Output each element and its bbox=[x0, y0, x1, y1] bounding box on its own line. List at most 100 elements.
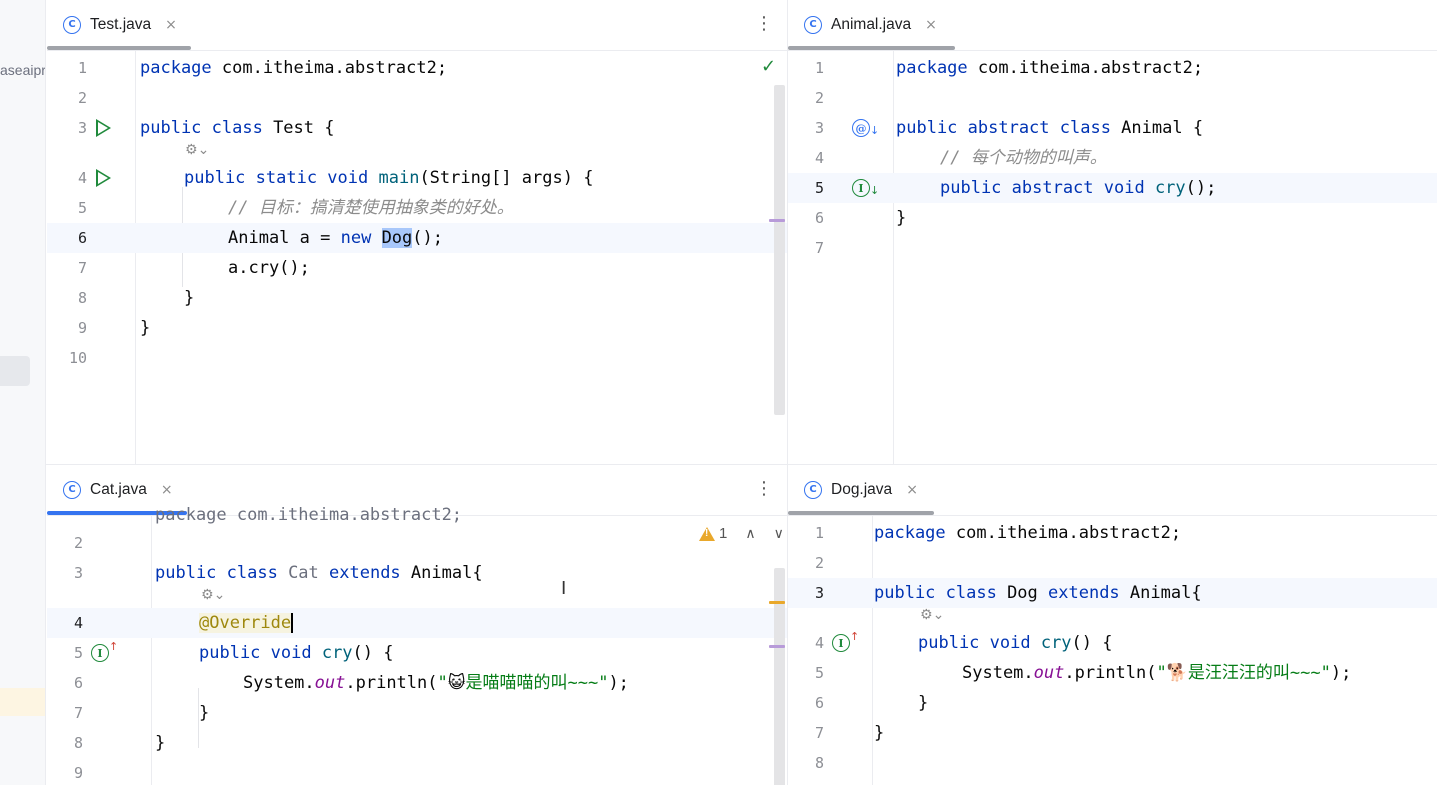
string-quote: " bbox=[437, 673, 448, 693]
class-icon: C bbox=[804, 480, 822, 499]
code-text: package com.itheima.abstract2; bbox=[874, 518, 1181, 548]
line-number: 2 bbox=[77, 89, 87, 107]
params: () { bbox=[352, 643, 394, 663]
keyword: public class bbox=[874, 583, 997, 603]
code-editor[interactable]: 1 package com.itheima.abstract2; 2 3 pub… bbox=[47, 51, 787, 464]
arrow-up-icon: ↑ bbox=[850, 630, 860, 643]
code-line: 8 } bbox=[47, 728, 787, 758]
code-line-current: 6 Animal a = new Dog(); bbox=[47, 223, 787, 253]
comment: // 每个动物的叫声。 bbox=[940, 148, 1107, 168]
code-text: package com.itheima.abstract2; bbox=[140, 53, 447, 83]
superclass: Animal{ bbox=[400, 563, 483, 583]
code-text: Animal a = new Dog(); bbox=[228, 223, 443, 253]
code-line: 2 bbox=[47, 83, 787, 113]
close-icon[interactable]: × bbox=[161, 482, 173, 498]
active-tab-indicator bbox=[47, 46, 191, 50]
chevron-down-icon: ⌄ bbox=[197, 142, 210, 158]
more-icon[interactable]: ⋮ bbox=[755, 12, 773, 36]
cat-emoji-icon: 😺 bbox=[447, 673, 466, 693]
line-number: 5 bbox=[814, 664, 824, 682]
code-line: 6 } bbox=[788, 688, 1437, 718]
line-number: 8 bbox=[73, 734, 83, 752]
code-line: 2 bbox=[47, 528, 787, 558]
check-icon[interactable]: ✓ bbox=[761, 56, 776, 77]
tool-window-selected[interactable] bbox=[0, 356, 30, 386]
line-number: 3 bbox=[814, 584, 824, 602]
fold-gear-icon[interactable]: ⚙⌄ bbox=[185, 142, 209, 158]
run-icon[interactable] bbox=[96, 119, 111, 137]
line-number: 5 bbox=[814, 179, 824, 197]
line-number: 3 bbox=[814, 119, 824, 137]
keyword: public class bbox=[155, 563, 278, 583]
code-text: public class Test { bbox=[140, 113, 334, 143]
code-text: public class Cat extends Animal{ bbox=[155, 558, 483, 588]
code-line: 8 } bbox=[47, 283, 787, 313]
fold-gear-icon[interactable]: ⚙⌄ bbox=[201, 587, 225, 603]
code-text: public void cry() { bbox=[918, 628, 1113, 658]
arrow-up-icon: ↑ bbox=[109, 640, 119, 653]
error-stripe-marker[interactable] bbox=[769, 219, 785, 222]
active-tab-indicator bbox=[788, 511, 934, 515]
method-name: cry bbox=[311, 643, 353, 663]
class-decl: Animal { bbox=[1110, 118, 1204, 138]
more-icon[interactable]: ⋮ bbox=[755, 477, 773, 501]
code-text: public abstract void cry(); bbox=[940, 173, 1216, 203]
implemented-by-icon[interactable]: @ ↓ bbox=[852, 119, 879, 137]
tab-bar: C Animal.java × bbox=[788, 0, 1437, 51]
close-icon[interactable]: × bbox=[906, 482, 918, 498]
tab-dog-java[interactable]: C Dog.java × bbox=[788, 465, 930, 514]
code-line: 7 } bbox=[788, 718, 1437, 748]
code-line: 5 System.out.println("🐕是汪汪汪的叫~~~"); bbox=[788, 658, 1437, 688]
code-text: } bbox=[155, 733, 166, 753]
code-line: 3 public class Test { bbox=[47, 113, 787, 143]
run-icon[interactable] bbox=[96, 169, 111, 187]
text-caret bbox=[291, 613, 294, 633]
close-icon[interactable]: × bbox=[165, 17, 177, 33]
code-editor[interactable]: 1 package com.itheima.abstract2; 2 3 @ ↓ … bbox=[788, 51, 1437, 464]
chevron-down-icon: ⌄ bbox=[213, 587, 226, 603]
method-name: main bbox=[378, 168, 420, 188]
keyword: public abstract class bbox=[896, 118, 1111, 138]
tab-test-java[interactable]: C Test.java × bbox=[47, 0, 189, 49]
error-stripe-marker[interactable] bbox=[769, 645, 785, 648]
code-line-current: 5 I ↓ public abstract void cry(); bbox=[788, 173, 1437, 203]
class-decl: Test { bbox=[262, 118, 335, 138]
project-name-label[interactable]: aseaipr bbox=[0, 62, 45, 78]
selected-text[interactable]: Dog bbox=[381, 228, 413, 248]
line-number: 5 bbox=[73, 644, 83, 662]
code-text: } bbox=[874, 723, 885, 743]
editor-pane-cat: C Cat.java × ⋮ package com.itheima.abstr… bbox=[47, 465, 787, 785]
line-number: 4 bbox=[814, 149, 824, 167]
call-end: ); bbox=[1330, 663, 1352, 683]
code-line: 5 // 目标：搞清楚使用抽象类的好处。 bbox=[47, 193, 787, 223]
fold-gear-icon[interactable]: ⚙⌄ bbox=[920, 607, 944, 623]
overrides-icon[interactable]: I ↑ bbox=[832, 630, 859, 652]
tab-animal-java[interactable]: C Animal.java × bbox=[788, 0, 949, 49]
annotation: @Override bbox=[199, 613, 292, 633]
tool-window-highlight bbox=[0, 688, 45, 716]
code-text: package com.itheima.abstract2; bbox=[155, 505, 463, 525]
keyword: extends bbox=[1048, 583, 1120, 603]
method-name: cry bbox=[1144, 178, 1186, 198]
code-text: } bbox=[140, 318, 151, 338]
code-text: package com.itheima.abstract2; bbox=[896, 53, 1203, 83]
code-text: } bbox=[918, 693, 929, 713]
code-editor[interactable]: 1 package com.itheima.abstract2; 2 3 pub… bbox=[788, 516, 1437, 785]
code-text: public static void main(String[] args) { bbox=[184, 163, 593, 193]
implemented-icon[interactable]: I ↓ bbox=[852, 179, 879, 197]
editor-pane-animal: C Animal.java × 1 package com.itheima.ab… bbox=[788, 0, 1437, 464]
dog-emoji-icon: 🐕 bbox=[1166, 663, 1188, 683]
warning-stripe-marker[interactable] bbox=[769, 601, 785, 604]
code-editor[interactable]: package com.itheima.abstract2; 1 ∧ ∨ 2 3… bbox=[47, 505, 787, 785]
line-number: 7 bbox=[73, 704, 83, 722]
tab-bar: C Dog.java × bbox=[788, 465, 1437, 516]
keyword: public class bbox=[140, 118, 263, 138]
close-icon[interactable]: × bbox=[925, 17, 937, 33]
params: (); bbox=[1185, 178, 1217, 198]
overrides-icon[interactable]: I ↑ bbox=[91, 640, 118, 662]
scrollbar[interactable] bbox=[774, 85, 785, 415]
code-line-partial: package com.itheima.abstract2; bbox=[47, 500, 787, 530]
superclass: Animal{ bbox=[1119, 583, 1202, 603]
package-name: com.itheima.abstract2; bbox=[945, 523, 1182, 543]
